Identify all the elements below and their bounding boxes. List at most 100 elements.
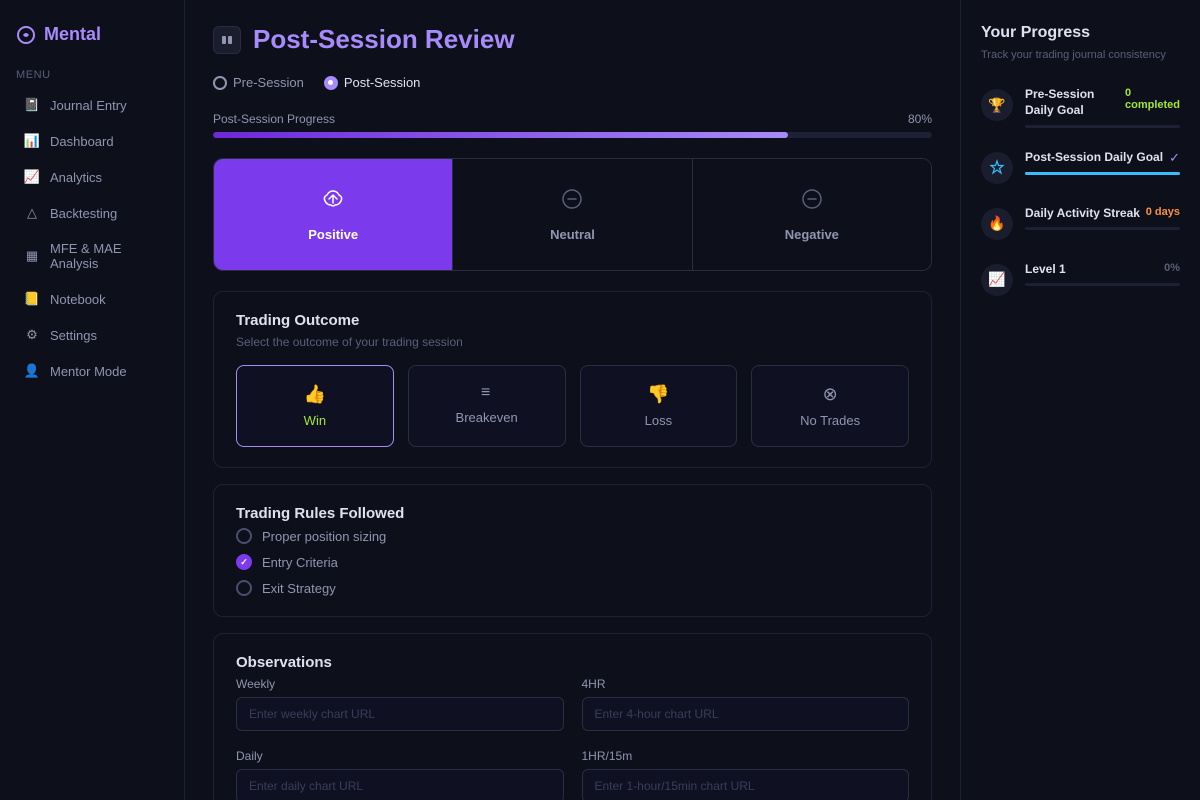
level-value: 0% [1164, 262, 1180, 274]
level-header: Level 1 0% [1025, 262, 1180, 278]
observations-title: Observations [236, 654, 909, 671]
tab-post-session[interactable]: Post-Session [324, 71, 421, 94]
pre-session-value: 0 completed [1125, 87, 1180, 111]
outcome-breakeven[interactable]: ≡ Breakeven [408, 365, 566, 447]
observations-grid: Weekly 4HR Daily 1HR/15m [236, 677, 909, 800]
obs-weekly: Weekly [236, 677, 564, 731]
streak-header: Daily Activity Streak 0 days [1025, 206, 1180, 222]
streak-value: 0 days [1146, 206, 1180, 218]
collapse-button[interactable] [213, 26, 241, 54]
outcome-loss[interactable]: 👎 Loss [580, 365, 738, 447]
sidebar-item-dashboard[interactable]: 📊 Dashboard [8, 124, 176, 158]
pre-session-title: Pre-Session Daily Goal [1025, 87, 1125, 118]
outcome-grid: 👍 Win ≡ Breakeven 👎 Loss ⊗ No Trades [236, 365, 909, 447]
outcome-no-trades[interactable]: ⊗ No Trades [751, 365, 909, 447]
progress-item-pre-session: 🏆 Pre-Session Daily Goal 0 completed [981, 87, 1180, 127]
tab-pre-session[interactable]: Pre-Session [213, 71, 304, 94]
no-trades-icon: ⊗ [823, 384, 838, 405]
1hr15m-label: 1HR/15m [582, 749, 910, 763]
dashboard-icon: 📊 [24, 133, 40, 149]
mentor-icon: 👤 [24, 363, 40, 379]
rule-exit-strategy[interactable]: Exit Strategy [236, 580, 909, 596]
rules-list: Proper position sizing Entry Criteria Ex… [236, 528, 909, 596]
mood-negative[interactable]: Negative [693, 159, 931, 270]
page-header: Post-Session Review [213, 24, 932, 55]
post-session-radio [324, 76, 338, 90]
collapse-icon [221, 34, 233, 46]
mood-positive[interactable]: Positive [214, 159, 453, 270]
mood-neutral[interactable]: Neutral [453, 159, 692, 270]
sidebar-item-analytics[interactable]: 📈 Analytics [8, 160, 176, 194]
obs-daily: Daily [236, 749, 564, 800]
sidebar-item-settings[interactable]: ⚙ Settings [8, 318, 176, 352]
win-label: Win [304, 413, 326, 428]
sidebar-item-mfe-mae[interactable]: ▦ MFE & MAE Analysis [8, 232, 176, 280]
outcome-win[interactable]: 👍 Win [236, 365, 394, 447]
loss-icon: 👎 [647, 384, 669, 405]
menu-label: Menu [0, 61, 184, 87]
progress-item-streak: 🔥 Daily Activity Streak 0 days [981, 206, 1180, 240]
level-icon: 📈 [981, 264, 1013, 296]
level-content: Level 1 0% [1025, 262, 1180, 287]
neutral-icon [560, 187, 584, 217]
rule-radio-position [236, 528, 252, 544]
main-content-area: Post-Session Review Pre-Session Post-Ses… [185, 0, 960, 800]
fire-icon: 🔥 [981, 208, 1013, 240]
trading-outcome-title: Trading Outcome [236, 312, 909, 329]
notebook-icon: 📒 [24, 291, 40, 307]
streak-bar [1025, 227, 1180, 230]
right-panel: Your Progress Track your trading journal… [960, 0, 1200, 800]
observations-section: Observations Weekly 4HR Daily 1HR/15m [213, 633, 932, 800]
rule-entry-criteria[interactable]: Entry Criteria [236, 554, 909, 570]
sidebar-item-mentor-mode[interactable]: 👤 Mentor Mode [8, 354, 176, 388]
loss-label: Loss [645, 413, 672, 428]
rule-radio-entry [236, 554, 252, 570]
obs-4hr: 4HR [582, 677, 910, 731]
mfe-icon: ▦ [24, 248, 40, 264]
progress-bar-track [213, 132, 932, 138]
rule-radio-exit [236, 580, 252, 596]
trading-rules-title: Trading Rules Followed [236, 505, 909, 522]
progress-bar-fill [213, 132, 788, 138]
page-title: Post-Session Review [253, 24, 515, 55]
sidebar-item-journal-entry[interactable]: 📓 Journal Entry [8, 88, 176, 122]
session-tabs: Pre-Session Post-Session [213, 71, 932, 94]
pre-session-bar [1025, 125, 1180, 128]
4hr-label: 4HR [582, 677, 910, 691]
sidebar-item-backtesting[interactable]: △ Backtesting [8, 196, 176, 230]
daily-input[interactable] [236, 769, 564, 800]
sidebar: Mental Menu 📓 Journal Entry 📊 Dashboard … [0, 0, 185, 800]
mood-section: Positive Neutral Negativ [213, 158, 932, 271]
progress-label: Post-Session Progress 80% [213, 112, 932, 126]
4hr-input[interactable] [582, 697, 910, 731]
positive-label: Positive [308, 227, 358, 242]
breakeven-icon: ≡ [481, 384, 492, 402]
streak-title: Daily Activity Streak [1025, 206, 1140, 222]
level-bar [1025, 283, 1180, 286]
post-session-bar [1025, 172, 1180, 175]
sidebar-item-notebook[interactable]: 📒 Notebook [8, 282, 176, 316]
1hr15m-input[interactable] [582, 769, 910, 800]
rule-position-sizing[interactable]: Proper position sizing [236, 528, 909, 544]
post-session-bar-fill [1025, 172, 1180, 175]
progress-section: Post-Session Progress 80% [213, 112, 932, 138]
trading-rules-section: Trading Rules Followed Proper position s… [213, 484, 932, 617]
daily-label: Daily [236, 749, 564, 763]
negative-label: Negative [785, 227, 839, 242]
panel-subtitle: Track your trading journal consistency [981, 48, 1180, 63]
level-title: Level 1 [1025, 262, 1066, 278]
star-icon [981, 152, 1013, 184]
logo-icon [16, 25, 36, 45]
weekly-label: Weekly [236, 677, 564, 691]
panel-title: Your Progress [981, 24, 1180, 42]
breakeven-label: Breakeven [456, 410, 518, 425]
pre-session-content: Pre-Session Daily Goal 0 completed [1025, 87, 1180, 127]
trading-outcome-section: Trading Outcome Select the outcome of yo… [213, 291, 932, 468]
win-icon: 👍 [304, 384, 326, 405]
no-trades-label: No Trades [800, 413, 860, 428]
pre-session-radio [213, 76, 227, 90]
post-session-title: Post-Session Daily Goal [1025, 150, 1163, 166]
app-logo: Mental [0, 16, 184, 61]
weekly-input[interactable] [236, 697, 564, 731]
analytics-icon: 📈 [24, 169, 40, 185]
